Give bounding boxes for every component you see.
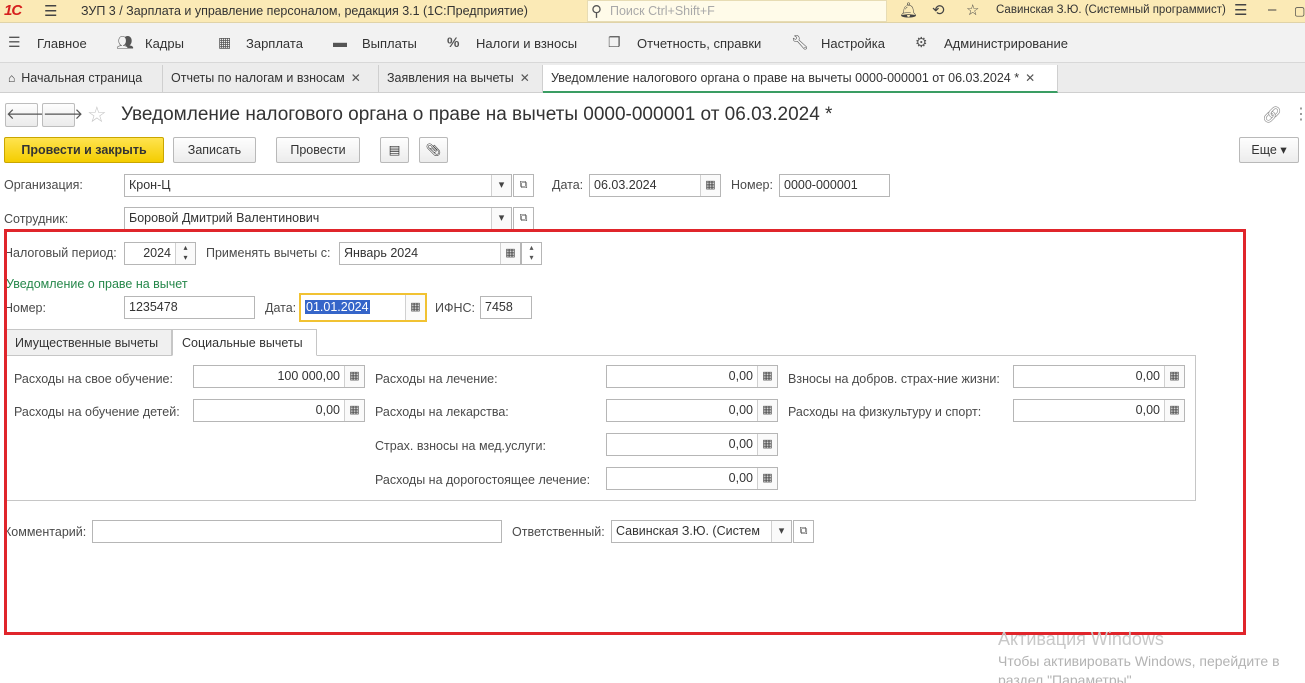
- date-value: 06.03.2024: [594, 178, 657, 192]
- section-payments[interactable]: Выплаты: [362, 36, 417, 51]
- open-icon[interactable]: ⧉: [513, 207, 534, 230]
- number-field[interactable]: 0000-000001: [779, 174, 890, 197]
- number-label: Номер:: [731, 178, 773, 192]
- document-icon[interactable]: ▤: [380, 137, 409, 163]
- tab-label: Отчеты по налогам и взносам: [171, 71, 345, 85]
- search-placeholder: Поиск Ctrl+Shift+F: [610, 4, 715, 18]
- date-label: Дата:: [552, 178, 584, 192]
- date-field[interactable]: 06.03.2024 ▦: [589, 174, 721, 197]
- employee-label: Сотрудник:: [4, 212, 69, 226]
- close-icon[interactable]: ✕: [520, 71, 530, 85]
- post-and-close-button[interactable]: Провести и закрыть: [4, 137, 164, 163]
- close-icon[interactable]: ✕: [1025, 71, 1035, 85]
- section-taxes[interactable]: Налоги и взносы: [476, 36, 577, 51]
- more-button[interactable]: Еще ▾: [1239, 137, 1299, 163]
- employee-value: Боровой Дмитрий Валентинович: [129, 211, 320, 225]
- user-name[interactable]: Савинская З.Ю. (Системный программист): [996, 4, 1226, 16]
- highlight-frame: [4, 229, 1246, 635]
- save-button[interactable]: Записать: [173, 137, 256, 163]
- dropdown-icon[interactable]: ▾: [491, 208, 511, 229]
- close-icon[interactable]: ✕: [351, 71, 361, 85]
- link-icon[interactable]: 🔗︎: [1262, 105, 1282, 125]
- more-button-label: Еще: [1251, 143, 1277, 157]
- more-vertical-icon[interactable]: ⋮: [1293, 104, 1305, 124]
- wrench-icon: 🔧︎: [791, 34, 809, 50]
- organization-value: Крон-Ц: [129, 178, 171, 192]
- percent-icon: %: [447, 34, 460, 50]
- back-button[interactable]: 🡐: [5, 103, 46, 127]
- tab-home[interactable]: ⌂ Начальная страница: [0, 65, 163, 93]
- bell-icon[interactable]: 🔔︎: [899, 1, 918, 19]
- activation-watermark-text: раздел "Параметры".: [998, 672, 1136, 683]
- section-salary[interactable]: Зарплата: [246, 36, 303, 51]
- activation-watermark-text: Чтобы активировать Windows, перейдите в: [998, 653, 1280, 669]
- calculator-icon: ▦: [218, 34, 232, 50]
- star-icon[interactable]: ☆: [966, 1, 979, 19]
- app-title: ЗУП 3 / Зарплата и управление персоналом…: [81, 4, 528, 18]
- forward-button[interactable]: 🡒: [42, 103, 83, 127]
- favorite-star-icon[interactable]: ☆: [87, 102, 107, 128]
- section-panel: ☰ Главное 👥︎ Кадры ▦ Зарплата ▬ Выплаты …: [0, 23, 1305, 63]
- organization-field[interactable]: Крон-Ц ▾: [124, 174, 512, 197]
- people-icon: 👥︎: [116, 34, 134, 50]
- tab-label: Начальная страница: [21, 71, 143, 85]
- reports-icon: ❐: [608, 34, 621, 50]
- employee-field[interactable]: Боровой Дмитрий Валентинович ▾: [124, 207, 512, 230]
- section-settings[interactable]: Настройка: [821, 36, 885, 51]
- settings-icon[interactable]: ☰: [1234, 1, 1247, 19]
- number-value: 0000-000001: [784, 178, 858, 192]
- tab-label: Уведомление налогового органа о праве на…: [551, 71, 1020, 85]
- section-hr[interactable]: Кадры: [145, 36, 184, 51]
- search-icon: ⚲: [591, 3, 602, 20]
- menu-icon[interactable]: ☰: [44, 2, 57, 20]
- gear-icon: ⚙: [915, 34, 928, 50]
- tab-tax-reports[interactable]: Отчеты по налогам и взносам ✕: [163, 65, 379, 93]
- section-admin[interactable]: Администрирование: [944, 36, 1068, 51]
- tab-deduction-requests[interactable]: Заявления на вычеты ✕: [379, 65, 543, 93]
- open-tabs-bar: ⌂ Начальная страница Отчеты по налогам и …: [0, 63, 1305, 93]
- tab-label: Заявления на вычеты: [387, 71, 514, 85]
- maximize-icon[interactable]: ▢: [1294, 4, 1305, 18]
- dropdown-icon[interactable]: ▾: [491, 175, 511, 196]
- calendar-icon[interactable]: ▦: [700, 175, 720, 196]
- attachment-icon[interactable]: 📎︎: [419, 137, 448, 163]
- open-icon[interactable]: ⧉: [513, 174, 534, 197]
- tab-notification[interactable]: Уведомление налогового органа о праве на…: [543, 65, 1058, 93]
- history-icon[interactable]: ⟲: [932, 1, 945, 19]
- post-button[interactable]: Провести: [276, 137, 360, 163]
- home-icon: ⌂: [8, 71, 16, 85]
- section-reports[interactable]: Отчетность, справки: [637, 36, 761, 51]
- wallet-icon: ▬: [333, 34, 347, 50]
- section-main[interactable]: Главное: [37, 36, 87, 51]
- menu-icon: ☰: [8, 34, 21, 50]
- 1c-logo: 1С: [4, 2, 22, 19]
- activation-watermark-title: Активация Windows: [998, 629, 1164, 649]
- tab-social-deductions[interactable]: Социальные вычеты: [172, 329, 317, 356]
- form-title: Уведомление налогового органа о праве на…: [121, 104, 833, 125]
- minimize-icon[interactable]: –: [1268, 1, 1276, 18]
- organization-label: Организация:: [4, 178, 83, 192]
